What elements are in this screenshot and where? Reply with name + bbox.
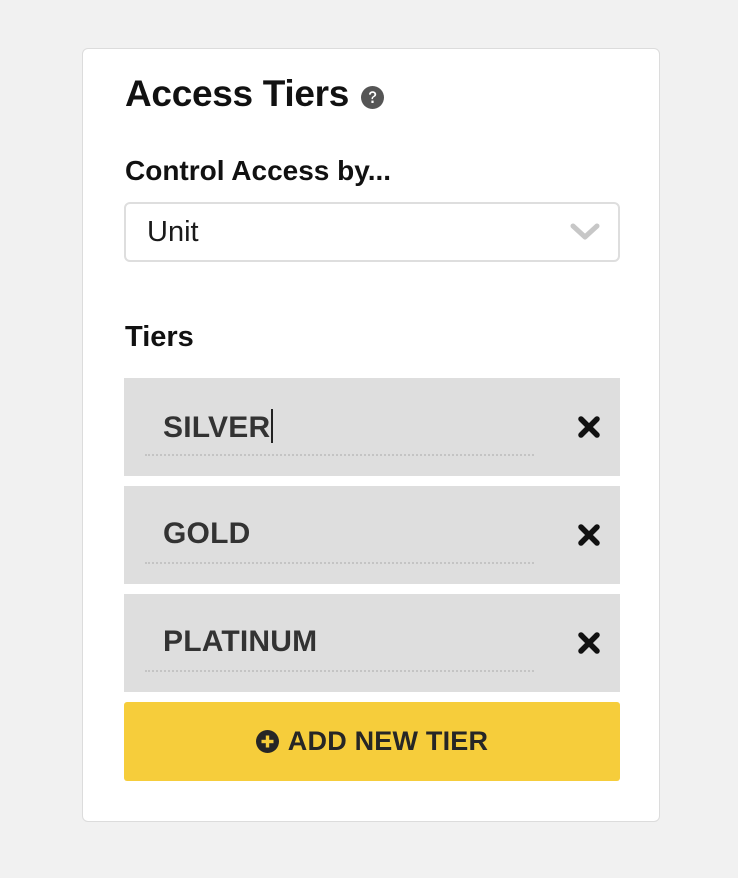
tier-name-text: GOLD [163, 517, 251, 550]
tiers-label: Tiers [125, 321, 194, 353]
tier-row-gold: GOLD [124, 486, 620, 584]
select-value: Unit [147, 216, 199, 248]
tier-name-input[interactable]: PLATINUM [145, 616, 534, 672]
tier-row-platinum: PLATINUM [124, 594, 620, 692]
tier-name-input[interactable]: GOLD [145, 508, 534, 564]
close-x-icon[interactable] [578, 416, 600, 438]
tier-name-text: SILVER [163, 411, 271, 444]
close-x-icon[interactable] [578, 632, 600, 654]
title-row: Access Tiers [125, 69, 385, 119]
access-tiers-panel: Access Tiers Control Access by... Unit T… [82, 48, 660, 822]
chevron-down-icon [570, 223, 600, 241]
question-circle-icon[interactable] [361, 85, 385, 109]
tier-name-input[interactable]: SILVER [145, 400, 534, 456]
plus-circle-icon [255, 730, 279, 753]
close-x-icon[interactable] [578, 524, 600, 546]
tier-name-text: PLATINUM [163, 625, 318, 658]
tier-row-silver: SILVER [124, 378, 620, 476]
add-new-tier-button[interactable]: ADD NEW TIER [124, 702, 620, 781]
panel-title: Access Tiers [125, 73, 350, 114]
control-access-select[interactable]: Unit [124, 202, 620, 262]
add-new-tier-label: ADD NEW TIER [287, 726, 489, 756]
text-cursor [271, 409, 274, 443]
control-access-label: Control Access by... [125, 155, 392, 186]
